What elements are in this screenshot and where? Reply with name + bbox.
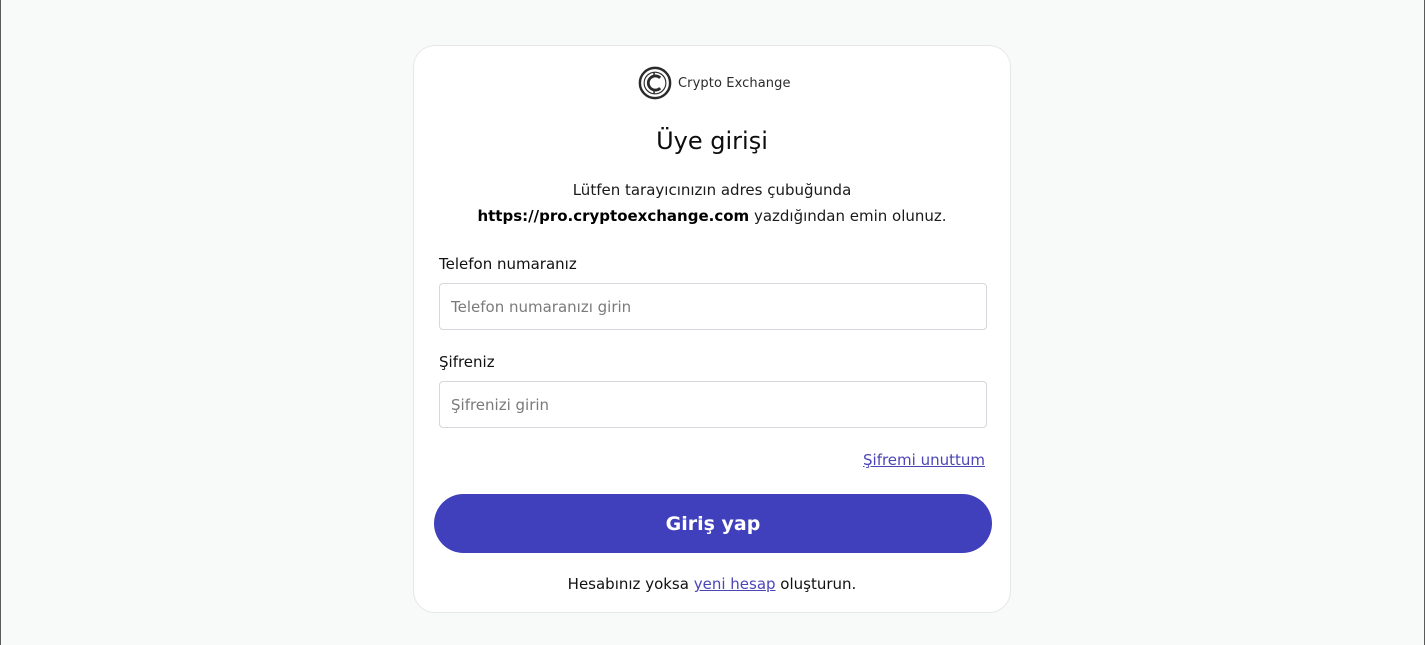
notice-url: https://pro.cryptoexchange.com <box>477 207 750 225</box>
notice-line-2: https://pro.cryptoexchange.com yazdığınd… <box>414 203 1010 229</box>
phone-input[interactable] <box>439 283 987 330</box>
notice-line-2-text: yazdığından emin olunuz. <box>749 207 947 225</box>
signup-suffix: oluşturun. <box>775 575 857 593</box>
crypto-coin-icon <box>638 66 672 100</box>
password-input[interactable] <box>439 381 987 428</box>
forgot-password-link[interactable]: Şifremi unuttum <box>863 451 985 469</box>
security-notice: Lütfen tarayıcınızın adres çubuğunda htt… <box>414 177 1010 229</box>
login-button[interactable]: Giriş yap <box>434 494 992 553</box>
notice-line-1: Lütfen tarayıcınızın adres çubuğunda <box>572 181 852 199</box>
login-card: Crypto Exchange Üye girişi Lütfen tarayı… <box>413 45 1011 613</box>
phone-label: Telefon numaranız <box>439 255 577 273</box>
signup-link[interactable]: yeni hesap <box>694 575 776 593</box>
window-edge-left <box>0 0 1 645</box>
signup-prompt: Hesabınız yoksa yeni hesap oluşturun. <box>414 575 1010 593</box>
signup-prefix: Hesabınız yoksa <box>567 575 694 593</box>
brand-name: Crypto Exchange <box>678 75 791 91</box>
brand-logo: Crypto Exchange <box>638 66 791 100</box>
password-label: Şifreniz <box>439 353 495 371</box>
page-title: Üye girişi <box>656 127 768 155</box>
